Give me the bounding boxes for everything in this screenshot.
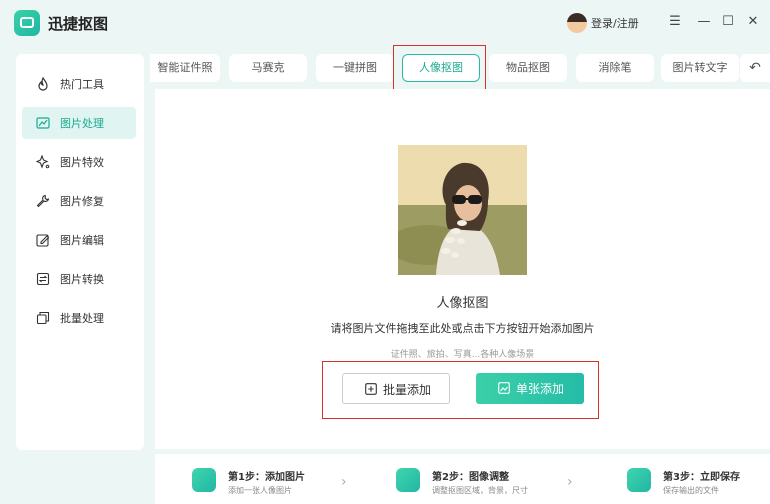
- batch-add-label: 批量添加: [383, 383, 432, 397]
- login-register-link[interactable]: 登录/注册: [591, 15, 639, 31]
- tool-tabs: 智能证件照 马赛克 一键拼图 人像抠图 物品抠图 消除笔 图片转文字 ↶: [150, 52, 770, 88]
- redo-icon[interactable]: ↶: [740, 54, 770, 82]
- sidebar-item-label: 批量处理: [60, 312, 104, 325]
- add-image-step-icon: [192, 468, 216, 492]
- sidebar-item-batch-processing[interactable]: 批量处理: [22, 302, 136, 334]
- app-title: 迅捷抠图: [48, 15, 109, 33]
- batch-add-button[interactable]: 批量添加: [342, 373, 450, 404]
- scene-hint: 证件照、旅拍、写真...各种人像场景: [390, 350, 535, 360]
- image-icon: [498, 382, 510, 394]
- flame-icon: [38, 77, 48, 91]
- sidebar-item-label: 图片转换: [60, 273, 104, 286]
- single-add-button[interactable]: 单张添加: [476, 373, 584, 404]
- app-logo-icon: [14, 10, 40, 36]
- tab-mosaic[interactable]: 马赛克: [229, 54, 307, 82]
- wrench-icon: [36, 194, 50, 208]
- sidebar-item-image-processing[interactable]: 图片处理: [22, 107, 136, 139]
- menu-icon[interactable]: ☰: [665, 12, 685, 32]
- close-icon[interactable]: ✕: [743, 12, 763, 32]
- sidebar-item-image-edit[interactable]: 图片编辑: [22, 224, 136, 256]
- avatar[interactable]: [567, 13, 587, 33]
- step-1-title: 第1步：添加图片: [228, 472, 305, 483]
- drop-zone[interactable]: 人像抠图 请将图片文件拖拽至此处或点击下方按钮开始添加图片 证件照、旅拍、写真.…: [155, 89, 770, 449]
- sidebar-item-image-repair[interactable]: 图片修复: [22, 185, 136, 217]
- step-2-desc: 调整抠图区域，背景，尺寸: [432, 486, 528, 495]
- pencil-icon: [36, 234, 50, 247]
- save-step-icon: [627, 468, 651, 492]
- add-file-icon: [365, 383, 377, 395]
- stack-icon: [36, 311, 50, 325]
- sidebar-item-hot-tools[interactable]: 热门工具: [22, 68, 136, 100]
- sidebar-item-label: 图片处理: [60, 117, 104, 130]
- adjust-image-step-icon: [396, 468, 420, 492]
- sidebar-item-label: 热门工具: [60, 78, 104, 91]
- sidebar-item-label: 图片编辑: [60, 234, 104, 247]
- page-title: 人像抠图: [436, 296, 489, 311]
- drop-instructions: 请将图片文件拖拽至此处或点击下方按钮开始添加图片: [330, 322, 595, 335]
- maximize-icon[interactable]: ☐: [718, 12, 738, 32]
- sample-portrait-image: [398, 145, 527, 275]
- tab-portrait-cutout[interactable]: 人像抠图: [402, 54, 480, 82]
- sidebar-item-image-convert[interactable]: 图片转换: [22, 263, 136, 295]
- convert-icon: [36, 272, 50, 286]
- sparkle-icon: [36, 155, 50, 169]
- sidebar-item-image-effects[interactable]: 图片特效: [22, 146, 136, 178]
- sidebar-item-label: 图片特效: [60, 156, 104, 169]
- tab-eraser[interactable]: 消除笔: [576, 54, 654, 82]
- tab-one-click-collage[interactable]: 一键拼图: [316, 54, 394, 82]
- step-2-title: 第2步：图像调整: [432, 472, 509, 483]
- tab-object-cutout[interactable]: 物品抠图: [489, 54, 567, 82]
- image-edit-icon: [36, 117, 50, 129]
- sidebar-item-label: 图片修复: [60, 195, 104, 208]
- steps-bar: 第1步：添加图片 添加一张人像图片 › 第2步：图像调整 调整抠图区域，背景，尺…: [155, 454, 770, 504]
- title-bar: 迅捷抠图 登录/注册 ☰ — ☐ ✕: [0, 0, 770, 48]
- minimize-icon[interactable]: —: [694, 12, 714, 32]
- chevron-right-icon: ›: [567, 474, 573, 490]
- sidebar: 热门工具 图片处理 图片特效 图片修复 图片编辑 图片转换 批量处理: [16, 54, 144, 450]
- portrait-illustration: [398, 145, 527, 275]
- step-3-desc: 保存输出的文件: [663, 486, 719, 495]
- step-3-title: 第3步：立即保存: [663, 472, 740, 483]
- step-1-desc: 添加一张人像图片: [228, 486, 292, 495]
- single-add-label: 单张添加: [516, 382, 565, 396]
- tab-image-to-text[interactable]: 图片转文字: [661, 54, 739, 82]
- tab-smart-id-photo[interactable]: 智能证件照: [150, 54, 220, 82]
- chevron-right-icon: ›: [341, 474, 347, 490]
